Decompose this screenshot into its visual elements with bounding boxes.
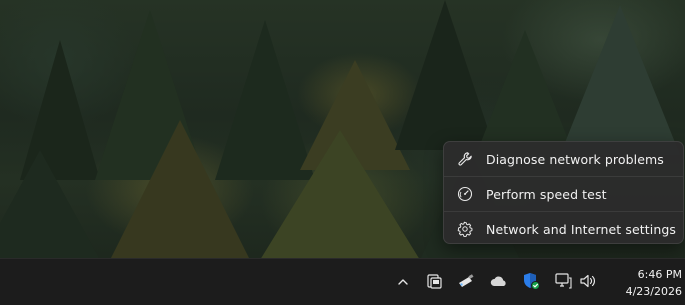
usb-drive-icon [456, 272, 476, 294]
menu-item-label: Diagnose network problems [486, 151, 664, 167]
safely-remove-hardware-button[interactable] [454, 271, 478, 295]
network-button[interactable] [551, 271, 575, 295]
menu-item-diagnose-network[interactable]: Diagnose network problems [444, 142, 683, 176]
network-icon [553, 272, 573, 294]
chevron-up-icon [396, 274, 410, 293]
tray-app-button[interactable] [422, 271, 446, 295]
volume-button[interactable] [576, 271, 600, 295]
menu-item-network-settings[interactable]: Network and Internet settings [444, 212, 683, 246]
app-tray-icon [425, 272, 443, 294]
taskbar: 6:46 PM 4/23/2026 [0, 258, 685, 305]
clock-time: 6:46 PM [637, 268, 682, 281]
clock-date: 4/23/2026 [625, 285, 682, 298]
onedrive-cloud-icon [489, 273, 509, 293]
taskbar-clock[interactable]: 6:46 PM 4/23/2026 [604, 265, 682, 301]
onedrive-button[interactable] [487, 271, 511, 295]
speedometer-icon [456, 185, 474, 203]
windows-security-button[interactable] [519, 271, 543, 295]
volume-icon [578, 272, 598, 294]
defender-shield-icon [521, 271, 541, 295]
gear-icon [456, 220, 474, 238]
wrench-icon [456, 150, 474, 168]
show-hidden-icons-button[interactable] [391, 271, 415, 295]
menu-item-label: Perform speed test [486, 186, 607, 202]
menu-item-speed-test[interactable]: Perform speed test [444, 177, 683, 211]
menu-item-label: Network and Internet settings [486, 221, 677, 237]
network-context-menu: Diagnose network problems Perform speed … [443, 141, 684, 244]
